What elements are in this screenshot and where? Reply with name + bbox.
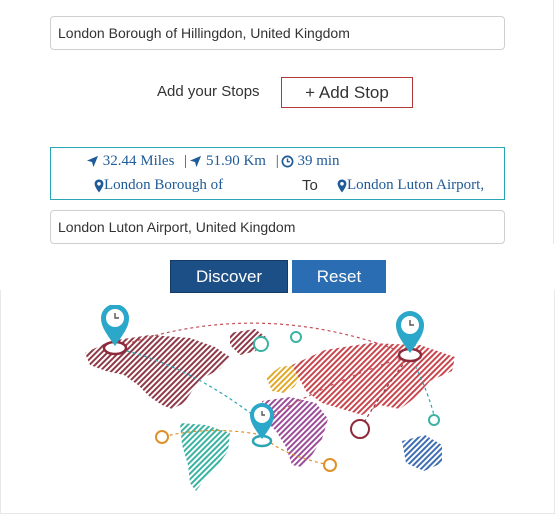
world-map-illustration [85, 305, 455, 491]
map-pin-clock-icon [250, 403, 274, 448]
discover-button[interactable]: Discover [170, 260, 288, 293]
distance-km: 51.90 Km [205, 153, 266, 169]
travel-time: 39 min [297, 153, 340, 169]
australia-shape [402, 435, 442, 471]
reset-button[interactable]: Reset [292, 260, 386, 293]
distance-miles: 32.44 Miles [102, 153, 175, 169]
map-pin-clock-icon [101, 305, 129, 356]
route-summary: 32.44 Miles | 51.90 Km | 39 min London B… [50, 147, 505, 200]
map-pin-icon [94, 179, 104, 193]
route-endpoints: London Borough of To London Luton Airpor… [94, 177, 499, 194]
add-stops-label: Add your Stops [157, 83, 260, 100]
destination-input[interactable] [50, 210, 505, 244]
route-from-text: London Borough of [104, 177, 224, 193]
africa-shape [262, 397, 328, 467]
south-america-shape [180, 423, 230, 491]
separator: | [184, 153, 188, 169]
clock-icon [281, 155, 294, 168]
separator: | [275, 153, 279, 169]
navigation-arrow-icon [190, 155, 202, 168]
navigation-arrow-icon [86, 155, 99, 168]
origin-input[interactable] [50, 16, 505, 50]
add-stop-button[interactable]: + Add Stop [281, 77, 413, 108]
route-to-word: To [302, 177, 318, 194]
route-from: London Borough of [94, 177, 223, 193]
map-pin-clock-icon [396, 311, 424, 363]
route-stats: 32.44 Miles | 51.90 Km | 39 min [86, 153, 340, 170]
route-to-text: London Luton Airport, [347, 177, 485, 193]
map-pin-icon [337, 179, 347, 193]
route-to: London Luton Airport, [337, 177, 484, 194]
